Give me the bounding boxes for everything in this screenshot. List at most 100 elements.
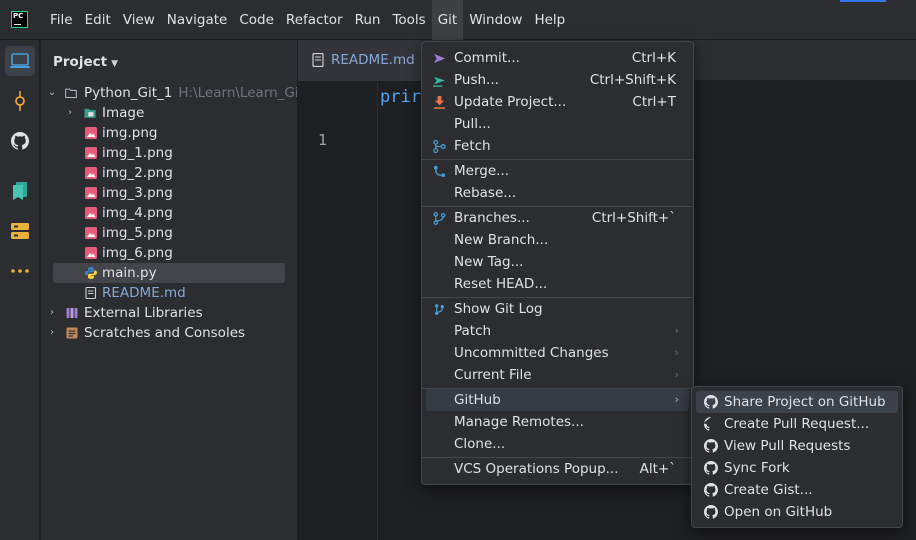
menu-navigate[interactable]: Navigate	[161, 0, 234, 40]
menu-item-label: Pull...	[454, 116, 491, 132]
file-label: img_6.png	[102, 245, 173, 261]
menu-run[interactable]: Run	[349, 0, 387, 40]
menu-item-label: Reset HEAD...	[454, 276, 548, 292]
root-folder-label: Python_Git_1	[84, 85, 173, 101]
tree-item-img[interactable]: img.png	[41, 123, 297, 143]
menu-item-label: Push...	[454, 72, 499, 88]
menu-item-label: Current File	[454, 367, 532, 383]
folder-icon	[65, 88, 77, 98]
pycharm-logo-icon[interactable]: PC	[11, 11, 28, 28]
tree-item-image-folder[interactable]: › Image	[41, 103, 297, 123]
file-label: main.py	[102, 265, 157, 281]
commit-arrow-icon	[433, 53, 446, 64]
bookmarks-icon[interactable]	[5, 176, 35, 206]
menu-edit[interactable]: Edit	[79, 0, 117, 40]
menu-view[interactable]: View	[117, 0, 161, 40]
update-icon	[433, 96, 446, 109]
menu-help[interactable]: Help	[528, 0, 571, 40]
git-log-icon	[435, 304, 444, 315]
tab-readme-label: README.md	[331, 52, 415, 68]
tree-item-external-libraries[interactable]: › External Libraries	[41, 303, 297, 323]
more-icon[interactable]	[5, 256, 35, 286]
menu-item-rebase[interactable]: Rebase...	[426, 182, 689, 204]
menu-item-share-project-on-github[interactable]: Share Project on GitHub	[696, 391, 898, 413]
menu-item-clone[interactable]: Clone...	[426, 433, 689, 455]
file-label: img_1.png	[102, 145, 173, 161]
menu-item-label: Patch	[454, 323, 492, 339]
shortcut-label: Ctrl+K	[631, 50, 676, 66]
menu-item-show-git-log[interactable]: Show Git Log	[426, 298, 689, 320]
menu-item-commit[interactable]: Commit... Ctrl+K	[426, 47, 689, 69]
tree-item-img-1[interactable]: img_1.png	[41, 143, 297, 163]
structure-icon[interactable]	[5, 216, 35, 246]
chevron-right-icon[interactable]: ›	[46, 323, 58, 343]
menu-item-label: Open on GitHub	[724, 504, 833, 520]
menu-item-new-tag[interactable]: New Tag...	[426, 251, 689, 273]
chevron-down-icon[interactable]: ⌄	[46, 83, 58, 103]
image-folder-icon	[84, 108, 96, 118]
menu-item-fetch[interactable]: Fetch	[426, 135, 689, 157]
menu-item-view-pull-requests[interactable]: View Pull Requests	[696, 435, 898, 457]
menu-item-manage-remotes[interactable]: Manage Remotes...	[426, 411, 689, 433]
menu-item-label: New Branch...	[454, 232, 549, 248]
menu-item-create-gist[interactable]: Create Gist...	[696, 479, 898, 501]
markdown-file-icon	[312, 53, 324, 67]
menu-item-sync-fork[interactable]: Sync Fork	[696, 457, 898, 479]
project-panel-header[interactable]: Project ▼	[53, 54, 118, 70]
menu-window[interactable]: Window	[463, 0, 528, 40]
menu-item-merge[interactable]: Merge...	[426, 160, 689, 182]
menu-item-push[interactable]: Push... Ctrl+Shift+K	[426, 69, 689, 91]
menu-item-github[interactable]: GitHub ›	[426, 389, 689, 411]
tree-item-scratches[interactable]: › Scratches and Consoles	[41, 323, 297, 343]
menu-item-vcs-operations-popup[interactable]: VCS Operations Popup... Alt+`	[426, 458, 689, 480]
menu-item-reset-head[interactable]: Reset HEAD...	[426, 273, 689, 295]
chevron-right-icon[interactable]: ›	[46, 303, 58, 323]
menu-tools[interactable]: Tools	[386, 0, 431, 40]
menu-item-new-branch[interactable]: New Branch...	[426, 229, 689, 251]
project-panel: Project ▼ ⌄ Python_Git_1 H:\Learn\Learn_Gi…	[41, 40, 298, 540]
image-file-icon	[85, 247, 97, 259]
menu-item-label: Sync Fork	[724, 460, 790, 476]
menu-item-patch[interactable]: Patch ›	[426, 320, 689, 342]
menu-item-label: Create Pull Request...	[724, 416, 870, 432]
push-icon	[433, 76, 446, 87]
menu-code[interactable]: Code	[233, 0, 280, 40]
tree-item-img-2[interactable]: img_2.png	[41, 163, 297, 183]
code-text[interactable]: prir	[380, 87, 421, 107]
github-icon	[704, 505, 718, 519]
submenu-arrow-icon: ›	[674, 346, 679, 359]
chevron-right-icon[interactable]: ›	[64, 103, 76, 123]
project-icon[interactable]	[5, 46, 35, 76]
menu-item-pull[interactable]: Pull...	[426, 113, 689, 135]
menu-item-current-file[interactable]: Current File ›	[426, 364, 689, 386]
menu-file[interactable]: File	[44, 0, 79, 40]
tree-item-root[interactable]: ⌄ Python_Git_1 H:\Learn\Learn_Git_w	[41, 83, 297, 103]
github-icon[interactable]	[5, 126, 35, 156]
menu-item-label: GitHub	[454, 392, 501, 408]
menu-item-branches[interactable]: Branches... Ctrl+Shift+`	[426, 207, 689, 229]
tree-item-readme[interactable]: README.md	[41, 283, 297, 303]
menu-item-label: Create Gist...	[724, 482, 813, 498]
tree-item-img-3[interactable]: img_3.png	[41, 183, 297, 203]
menu-item-open-on-github[interactable]: Open on GitHub	[696, 501, 898, 523]
menu-item-label: Manage Remotes...	[454, 414, 584, 430]
external-libraries-label: External Libraries	[84, 305, 203, 321]
tree-item-img-5[interactable]: img_5.png	[41, 223, 297, 243]
menu-refactor[interactable]: Refactor	[280, 0, 349, 40]
commit-icon[interactable]	[5, 86, 35, 116]
shortcut-label: Alt+`	[639, 461, 676, 477]
file-label: img_2.png	[102, 165, 173, 181]
image-file-icon	[85, 207, 97, 219]
image-file-icon	[85, 147, 97, 159]
menu-item-create-pull-request[interactable]: Create Pull Request...	[696, 413, 898, 435]
file-label: img.png	[102, 125, 158, 141]
tab-readme[interactable]: README.md	[298, 40, 422, 81]
tree-item-img-4[interactable]: img_4.png	[41, 203, 297, 223]
menu-item-uncommitted-changes[interactable]: Uncommitted Changes ›	[426, 342, 689, 364]
tree-item-main-py[interactable]: main.py	[53, 263, 285, 283]
tree-item-img-6[interactable]: img_6.png	[41, 243, 297, 263]
shortcut-label: Ctrl+Shift+K	[589, 72, 676, 88]
menu-item-update-project[interactable]: Update Project... Ctrl+T	[426, 91, 689, 113]
menu-git[interactable]: Git	[431, 0, 464, 40]
menu-item-label: Share Project on GitHub	[724, 394, 886, 410]
